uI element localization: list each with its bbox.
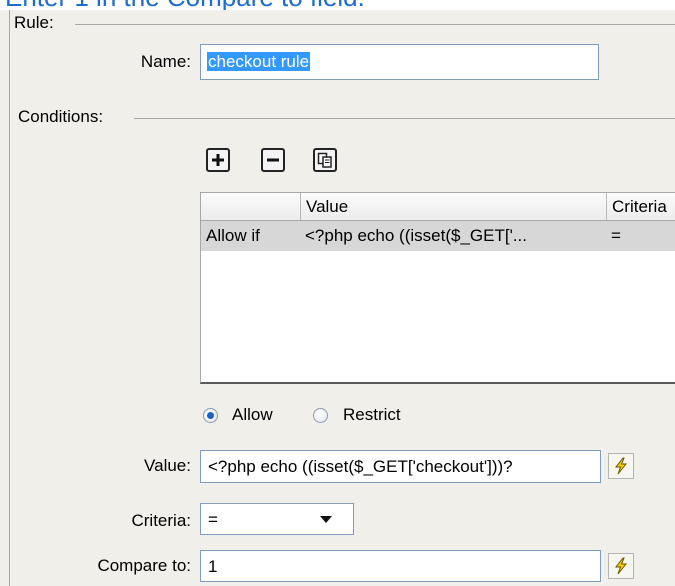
add-condition-button[interactable]: [206, 148, 230, 172]
criteria-select[interactable]: =: [200, 503, 354, 535]
conditions-table[interactable]: Value Criteria Allow if <?php echo ((iss…: [200, 192, 675, 384]
compare-to-label: Compare to:: [97, 556, 191, 575]
compare-to-input-text: 1: [208, 557, 218, 576]
restrict-radio-label[interactable]: Restrict: [343, 405, 401, 425]
compare-to-dynamic-button[interactable]: [608, 553, 634, 579]
plus-icon: [212, 154, 224, 166]
panel-border: [9, 10, 10, 586]
lightning-bolt-icon: [614, 557, 628, 575]
compare-to-input[interactable]: 1: [200, 550, 601, 582]
allow-radio-label[interactable]: Allow: [232, 405, 273, 425]
conditions-group-label: Conditions:: [18, 107, 110, 127]
row-type-cell: Allow if: [206, 226, 260, 245]
criteria-select-value: =: [208, 510, 218, 529]
name-label: Name:: [140, 52, 191, 71]
copy-icon: [317, 152, 332, 168]
value-label: Value:: [144, 456, 191, 475]
conditions-group-line: [134, 118, 675, 119]
allow-radio-dot: [207, 412, 214, 419]
row-value-cell: <?php echo ((isset($_GET['...: [305, 226, 527, 245]
name-input-value: checkout rule: [207, 52, 311, 71]
minus-icon: [267, 158, 279, 162]
duplicate-condition-button[interactable]: [313, 148, 337, 172]
instruction-text: Enter 1 in the Compare to field.: [5, 0, 365, 10]
table-header: Value Criteria: [201, 193, 675, 221]
table-row[interactable]: Allow if <?php echo ((isset($_GET['... =: [201, 221, 675, 251]
remove-condition-button[interactable]: [261, 148, 285, 172]
chevron-down-icon: [320, 516, 332, 523]
restrict-radio[interactable]: [313, 408, 328, 423]
rule-group-label: Rule:: [14, 13, 60, 33]
criteria-label: Criteria:: [131, 511, 191, 530]
column-header-criteria[interactable]: Criteria: [607, 193, 675, 220]
name-input[interactable]: checkout rule: [200, 44, 599, 80]
lightning-bolt-icon: [614, 457, 628, 475]
row-criteria-cell: =: [611, 226, 621, 245]
value-dynamic-button[interactable]: [608, 453, 634, 479]
value-input[interactable]: <?php echo ((isset($_GET['checkout']))?: [200, 450, 601, 483]
value-input-text: <?php echo ((isset($_GET['checkout']))?: [208, 457, 513, 476]
instruction-banner: Enter 1 in the Compare to field.: [0, 0, 675, 10]
rule-group-line: [75, 24, 675, 25]
column-header-type[interactable]: [201, 193, 301, 220]
allow-radio[interactable]: [203, 408, 218, 423]
column-header-value[interactable]: Value: [301, 193, 607, 220]
